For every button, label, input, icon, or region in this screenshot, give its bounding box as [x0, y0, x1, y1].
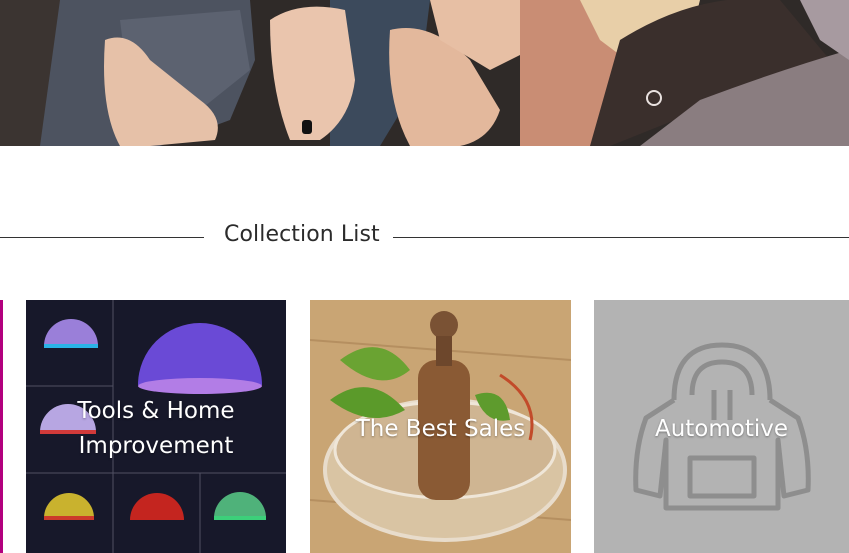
- collection-card-label: Automotive: [654, 416, 789, 442]
- heading-divider-left: [0, 237, 204, 238]
- previous-collection-card-edge[interactable]: [0, 300, 3, 553]
- collection-card-best-sales[interactable]: The Best Sales: [310, 300, 571, 553]
- collection-card-tools-home[interactable]: Tools & Home Improvement: [26, 300, 286, 553]
- section-title-text: Collection List: [224, 222, 380, 247]
- collection-card-label: Tools & Home Improvement: [77, 398, 235, 459]
- collection-list-heading: Collection List: [0, 216, 849, 260]
- hero-banner-image: [0, 0, 849, 146]
- heading-divider-right: [393, 237, 849, 238]
- collection-card-automotive[interactable]: Automotive: [594, 300, 849, 553]
- collection-card-label: The Best Sales: [355, 416, 526, 442]
